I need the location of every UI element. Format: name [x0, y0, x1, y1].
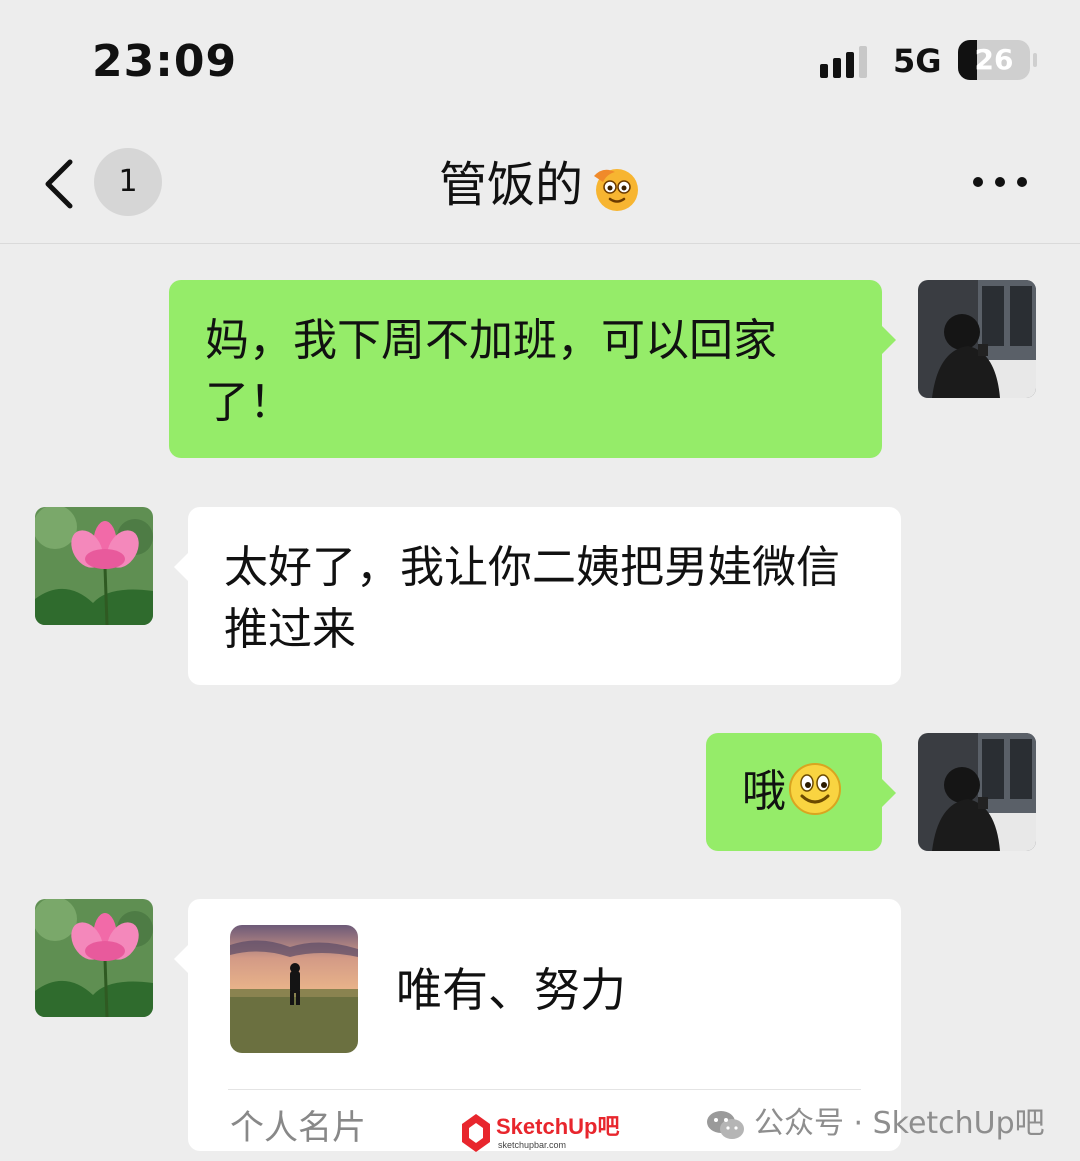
signal-icon — [820, 46, 867, 78]
message-bubble-sent[interactable]: 妈，我下周不加班，可以回家了！ — [169, 280, 896, 458]
watermark-brand: SketchUp吧 — [496, 1114, 619, 1139]
account-watermark: 公众号 · SketchUp吧 — [706, 1098, 1045, 1142]
contact-avatar[interactable] — [35, 899, 153, 1017]
watermark-account: 公众号 · SketchUp吧 — [754, 1106, 1045, 1141]
wechat-icon — [707, 1110, 744, 1139]
contact-avatar[interactable] — [35, 507, 153, 625]
message-text: 哦 — [742, 766, 786, 817]
status-bar: 23:09 5G 26 — [0, 0, 1080, 120]
contact-card-label: 个人名片 — [230, 1108, 366, 1148]
message-bubble-received[interactable]: 太好了，我让你二姨把男娃微信推过来 — [174, 507, 901, 685]
contact-card-name: 唯有、努力 — [396, 963, 626, 1017]
more-options-icon[interactable] — [972, 176, 1028, 188]
network-type: 5G — [893, 42, 942, 80]
my-avatar[interactable] — [918, 280, 1036, 398]
smile-emoji-icon — [789, 763, 841, 815]
chat-header: 1 管饭的 — [0, 120, 1080, 244]
message-text: 太好了，我让你二姨把男娃微信推过来 — [224, 542, 840, 655]
message-bubble-sent[interactable]: 哦 — [706, 733, 896, 851]
watermark-url: sketchupbar.com — [498, 1140, 566, 1150]
card-divider — [228, 1089, 861, 1090]
chat-title: 管饭的 — [438, 157, 583, 213]
battery-level: 26 — [974, 43, 1014, 76]
chat-title-container: 管饭的 — [0, 150, 1080, 220]
battery-cap — [1033, 53, 1037, 67]
battery-icon: 26 — [958, 40, 1030, 80]
contact-card-avatar — [230, 925, 358, 1053]
sketchup-watermark: SketchUp吧 sketchupbar.com — [458, 1110, 628, 1154]
my-avatar[interactable] — [918, 733, 1036, 851]
message-text: 妈，我下周不加班，可以回家了！ — [205, 315, 777, 428]
smiling-face-icon — [594, 169, 638, 211]
status-time: 23:09 — [92, 36, 238, 87]
